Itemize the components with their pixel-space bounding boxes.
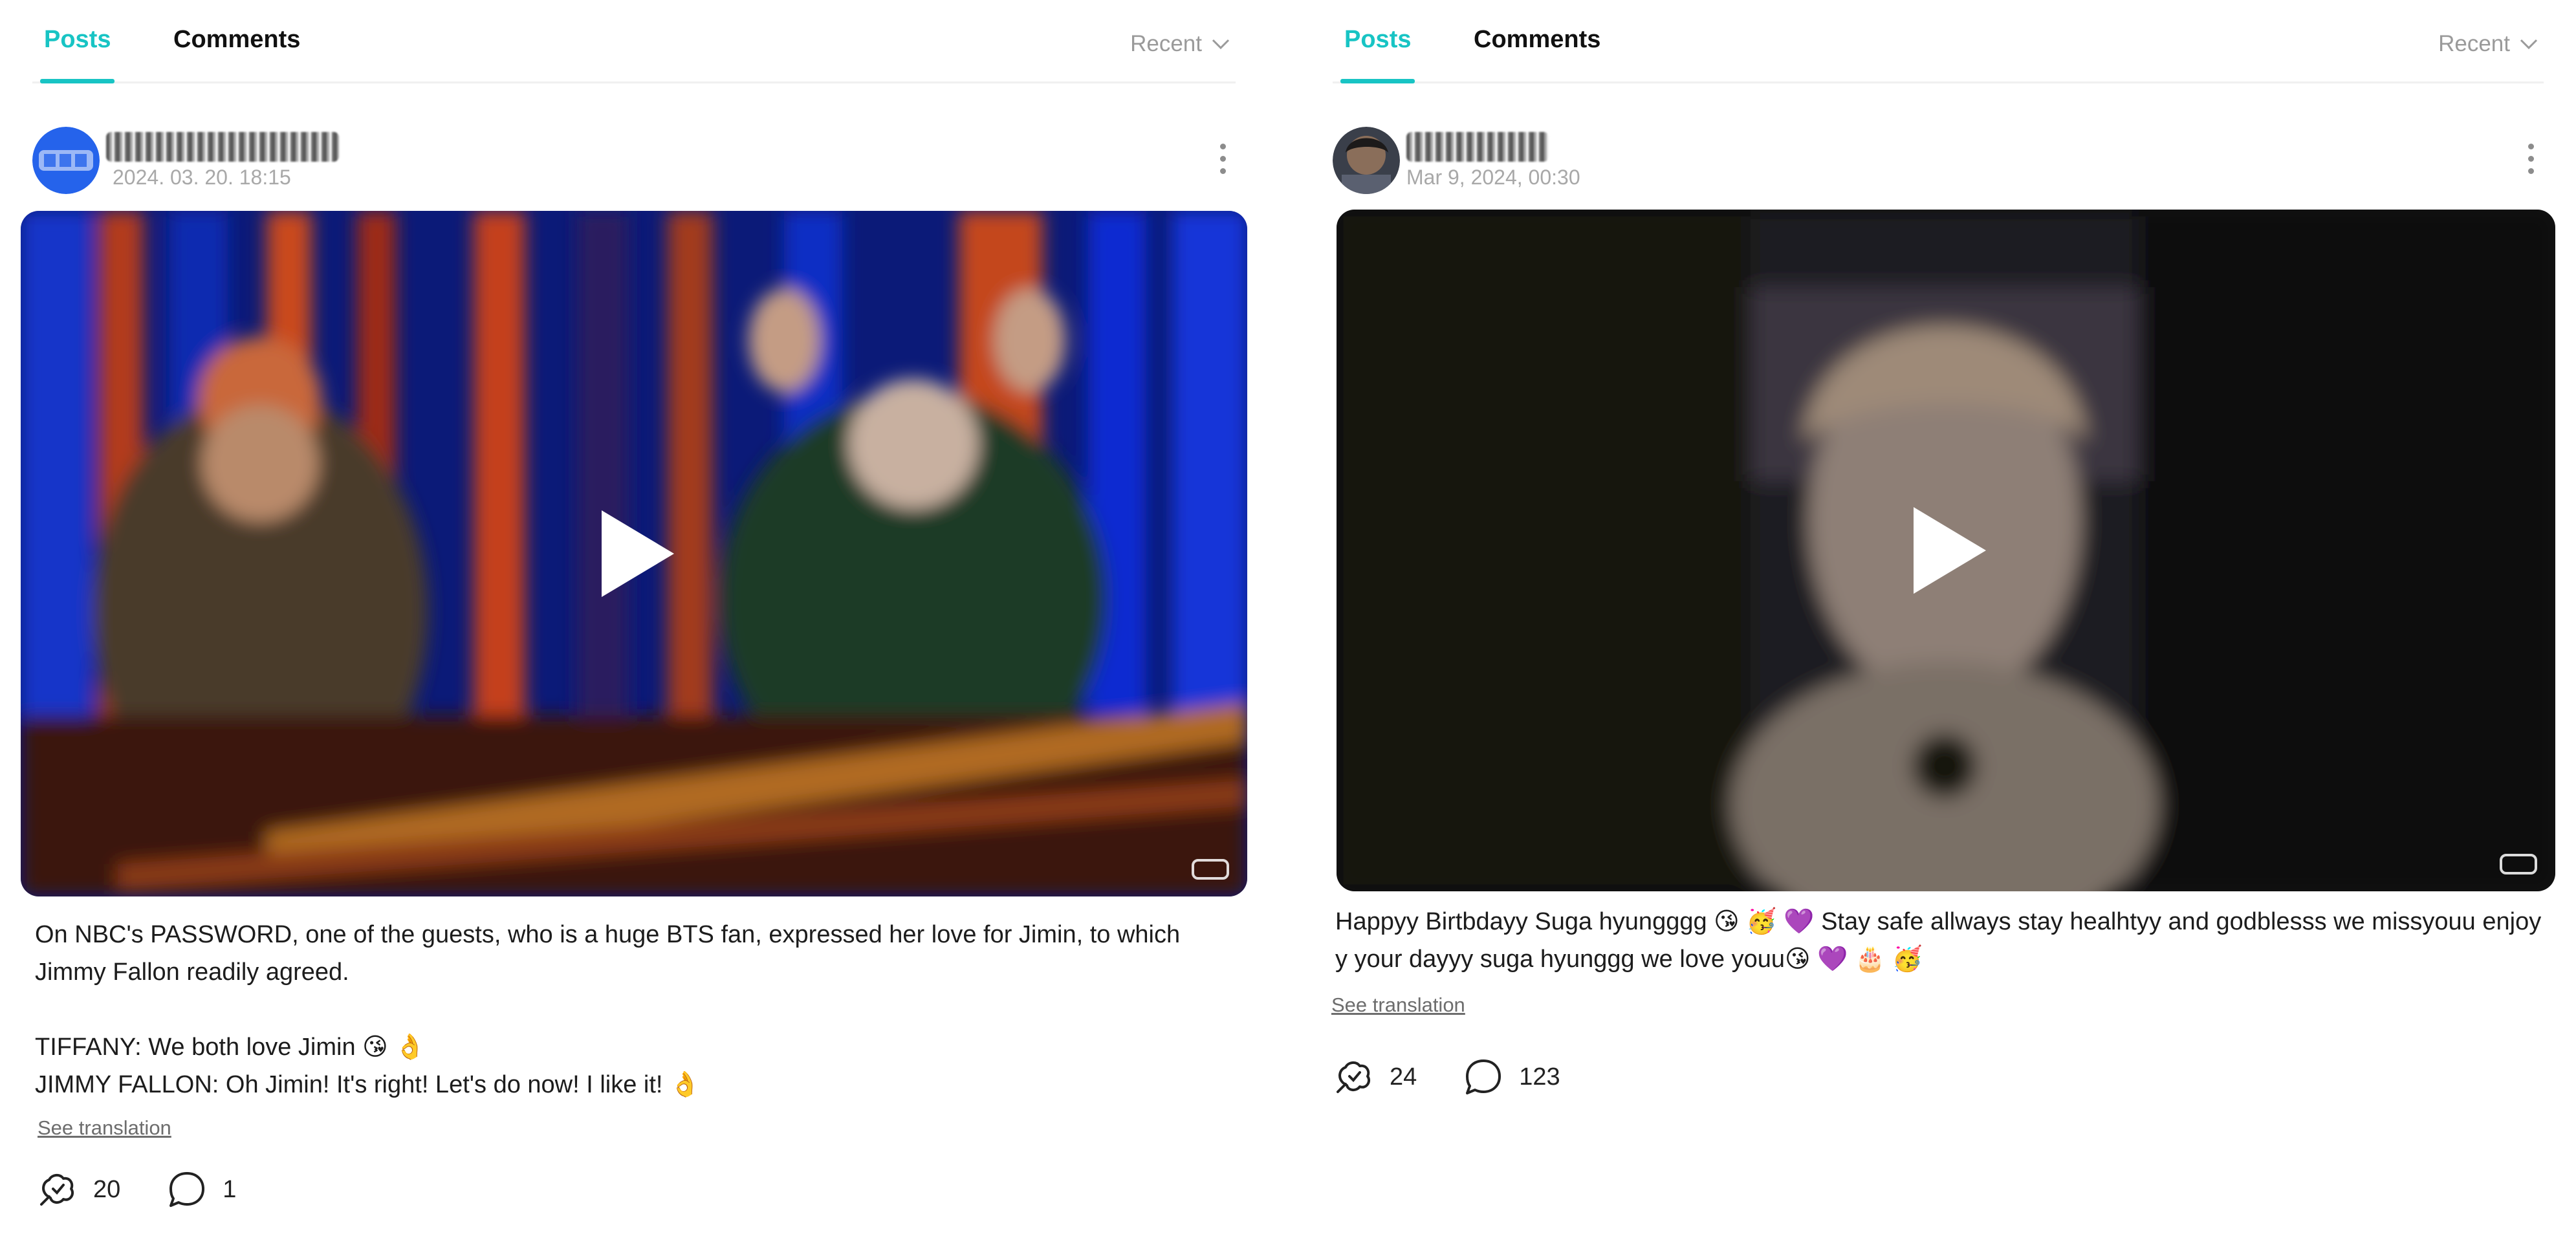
more-options-button[interactable]: [2518, 136, 2544, 181]
username-redacted[interactable]: [1406, 132, 1549, 162]
more-vertical-icon: [2527, 143, 2534, 149]
like-button[interactable]: 24: [1334, 1057, 1417, 1097]
more-vertical-icon: [1219, 143, 1226, 149]
like-count: 24: [1390, 1063, 1417, 1091]
post-stats: 20 1: [38, 1169, 283, 1210]
see-translation-link[interactable]: See translation: [38, 1116, 171, 1140]
tab-posts[interactable]: Posts: [1340, 26, 1415, 83]
username-redacted[interactable]: [106, 132, 339, 162]
post-body-text: On NBC's PASSWORD, one of the guests, wh…: [35, 921, 1181, 1098]
more-dot: [2527, 168, 2534, 174]
chevron-down-icon: [2520, 39, 2538, 50]
more-dot: [1219, 168, 1226, 174]
avatar[interactable]: [32, 127, 100, 194]
comment-count: 123: [1519, 1063, 1560, 1091]
comment-bubble-icon: [169, 1172, 205, 1207]
post-header: 2024. 03. 20. 18:15: [32, 123, 1236, 201]
comment-button[interactable]: 123: [1463, 1057, 1560, 1097]
sort-dropdown[interactable]: Recent: [1130, 31, 1230, 57]
comment-bubble-icon: [1466, 1059, 1501, 1094]
see-translation-link[interactable]: See translation: [1331, 994, 1465, 1017]
post-body-text: Happyy Birtbdayy Suga hyungggg 😘 🥳 💜 Sta…: [1335, 908, 2542, 973]
sort-label: Recent: [1130, 31, 1202, 56]
post-timestamp: 2024. 03. 20. 18:15: [113, 166, 291, 189]
cheer-icon: [1337, 1061, 1371, 1093]
tab-comments[interactable]: Comments: [1474, 26, 1600, 54]
post-timestamp: Mar 9, 2024, 00:30: [1406, 166, 1580, 189]
tab-posts[interactable]: Posts: [39, 26, 115, 83]
more-dot: [2527, 155, 2534, 162]
like-button[interactable]: 20: [38, 1169, 120, 1210]
video-thumbnail[interactable]: [21, 211, 1247, 896]
tab-bar: Posts Comments Recent: [1333, 0, 2544, 83]
play-icon: [602, 510, 674, 597]
watermark-icon: [2500, 854, 2537, 874]
comment-count: 1: [223, 1175, 237, 1203]
post-header: Mar 9, 2024, 00:30: [1333, 123, 2544, 201]
comment-button[interactable]: 1: [167, 1169, 236, 1210]
tab-comments[interactable]: Comments: [173, 26, 300, 54]
tab-bar: Posts Comments Recent: [32, 0, 1236, 83]
more-options-button[interactable]: [1210, 136, 1236, 181]
right-feed-panel: Posts Comments Recent Mar 9, 2024, 00:30: [1300, 0, 2576, 1249]
chevron-down-icon: [1212, 39, 1230, 50]
video-thumbnail[interactable]: [1337, 210, 2555, 891]
post-stats: 24 123: [1334, 1057, 1607, 1097]
cheer-icon: [40, 1174, 74, 1206]
play-icon: [1914, 507, 1986, 594]
left-feed-panel: Posts Comments Recent 2024. 03. 20. 18:1…: [0, 0, 1268, 1249]
watermark-icon: [1192, 859, 1229, 880]
sort-label: Recent: [2438, 31, 2510, 56]
sort-dropdown[interactable]: Recent: [2438, 31, 2538, 57]
more-dot: [1219, 155, 1226, 162]
like-count: 20: [93, 1175, 121, 1203]
avatar[interactable]: [1333, 127, 1400, 194]
